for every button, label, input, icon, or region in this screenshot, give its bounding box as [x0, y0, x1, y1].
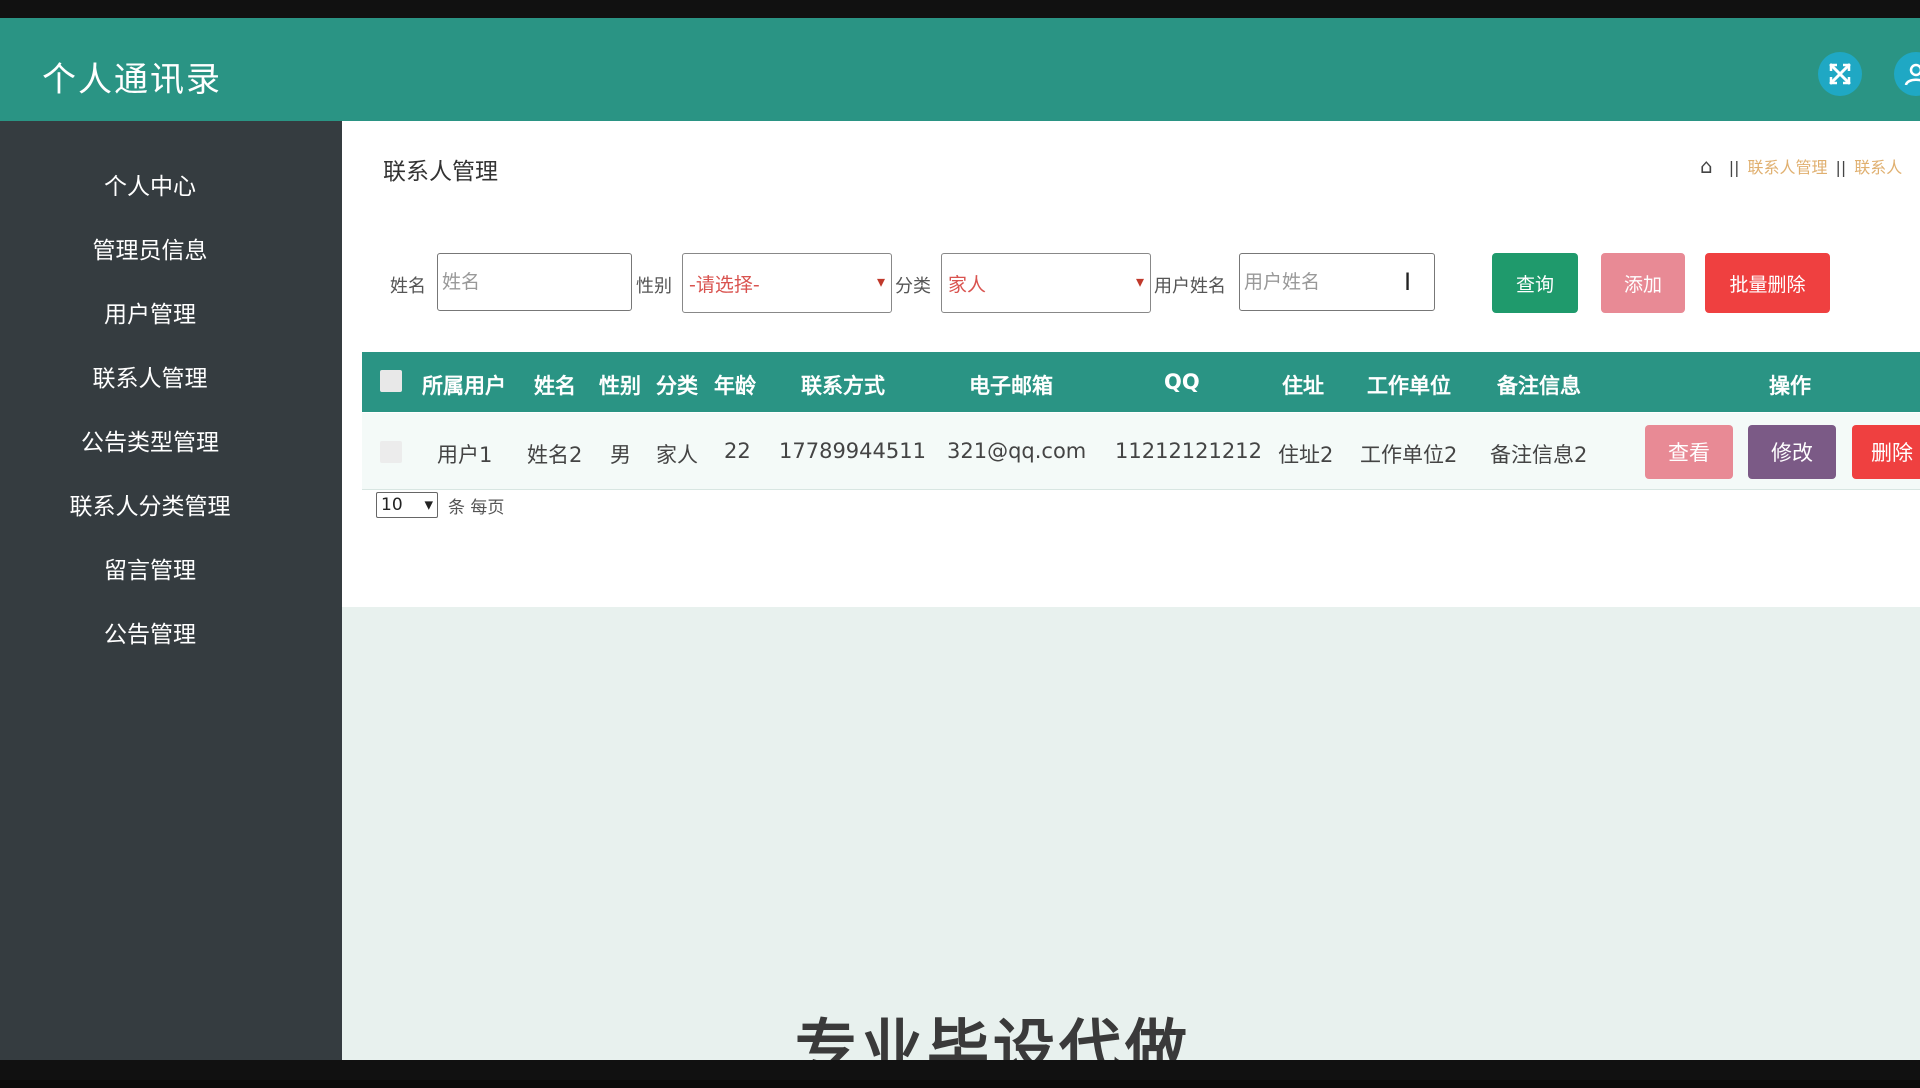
category-label: 分类 — [895, 276, 931, 297]
sidebar-item-label: 个人中心 — [104, 174, 196, 200]
gender-select[interactable]: -请选择- ▾ — [682, 253, 892, 313]
cell-note: 备注信息2 — [1490, 443, 1588, 467]
table-header: 所属用户 姓名 性别 分类 年龄 联系方式 电子邮箱 QQ 住址 工作单位 备注… — [362, 352, 1920, 412]
sidebar-item-personal-center[interactable]: 个人中心 — [0, 167, 300, 201]
sidebar-item-label: 留言管理 — [104, 558, 196, 584]
column-header[interactable]: QQ — [1164, 370, 1200, 394]
page-size-select[interactable]: 10 ▾ — [376, 492, 438, 518]
breadcrumb-item-contact-management[interactable]: 联系人管理 — [1747, 158, 1827, 177]
app-header: 个人通讯录 — [0, 18, 1920, 121]
cell-qq: 11212121212 — [1115, 439, 1262, 463]
column-header[interactable]: 住址 — [1282, 370, 1324, 400]
breadcrumb: ⌂ || 联系人管理 || 联系人 — [1700, 154, 1902, 178]
sidebar-item-notice-management[interactable]: 公告管理 — [0, 615, 300, 649]
breadcrumb-separator: || — [1728, 158, 1740, 177]
sidebar-item-user-management[interactable]: 用户管理 — [0, 295, 300, 329]
chevron-down-icon: ▾ — [876, 272, 885, 291]
page-size-suffix: 条 每页 — [448, 497, 505, 518]
user-icon-glyph — [1904, 63, 1920, 86]
gender-label: 性别 — [636, 276, 672, 297]
app-title: 个人通讯录 — [42, 60, 222, 100]
row-checkbox[interactable] — [380, 441, 402, 463]
breadcrumb-item-contact[interactable]: 联系人 — [1854, 158, 1902, 177]
expand-icon[interactable] — [1818, 52, 1862, 96]
cell-user: 用户1 — [437, 443, 493, 467]
view-button[interactable]: 查看 — [1645, 425, 1733, 479]
category-select-value: 家人 — [948, 273, 987, 296]
cell-gender: 男 — [610, 443, 631, 467]
pagination: 10 ▾ 条 每页 — [376, 492, 504, 518]
page-title: 联系人管理 — [383, 159, 498, 185]
cell-category: 家人 — [656, 443, 698, 467]
sidebar-item-contact-category-management[interactable]: 联系人分类管理 — [0, 487, 300, 521]
sidebar-item-message-management[interactable]: 留言管理 — [0, 551, 300, 585]
batch-delete-button[interactable]: 批量删除 — [1705, 253, 1830, 313]
category-select[interactable]: 家人 ▾ — [941, 253, 1151, 313]
cell-phone: 17789944511 — [779, 439, 926, 463]
table-row: 用户1 姓名2 男 家人 22 17789944511 321@qq.com 1… — [362, 413, 1920, 490]
delete-button[interactable]: 删除 — [1852, 425, 1920, 479]
top-black-bar — [0, 0, 1920, 18]
cell-age: 22 — [724, 439, 751, 463]
page-size-value: 10 — [381, 495, 403, 515]
column-header[interactable]: 年龄 — [714, 370, 756, 400]
expand-icon-glyph — [1829, 63, 1851, 85]
column-header[interactable]: 工作单位 — [1367, 370, 1451, 400]
sidebar-item-admin-info[interactable]: 管理员信息 — [0, 231, 300, 265]
user-icon[interactable] — [1894, 52, 1920, 96]
column-header[interactable]: 所属用户 — [422, 370, 506, 400]
breadcrumb-separator: || — [1835, 158, 1847, 177]
column-header: 操作 — [1769, 374, 1811, 398]
add-button[interactable]: 添加 — [1601, 253, 1685, 313]
select-all-checkbox[interactable] — [380, 370, 402, 392]
sidebar-item-label: 管理员信息 — [92, 238, 208, 264]
name-input[interactable] — [437, 253, 632, 311]
home-icon[interactable]: ⌂ — [1700, 154, 1713, 178]
column-header[interactable]: 电子邮箱 — [969, 370, 1053, 400]
query-button[interactable]: 查询 — [1492, 253, 1578, 313]
username-label: 用户姓名 — [1154, 276, 1226, 297]
sidebar-item-label: 用户管理 — [104, 302, 196, 328]
column-header[interactable]: 性别 — [599, 370, 641, 400]
column-header[interactable]: 姓名 — [534, 370, 576, 400]
chevron-down-icon: ▾ — [424, 495, 433, 515]
text-cursor-icon: I — [1404, 268, 1412, 296]
cell-company: 工作单位2 — [1360, 443, 1458, 467]
chevron-down-icon: ▾ — [1135, 272, 1144, 291]
cell-name: 姓名2 — [527, 443, 583, 467]
sidebar-item-label: 联系人管理 — [92, 366, 208, 392]
bottom-black-bar — [0, 1060, 1920, 1080]
column-header[interactable]: 备注信息 — [1497, 370, 1581, 400]
column-header[interactable]: 联系方式 — [801, 370, 885, 400]
sidebar-item-contact-management[interactable]: 联系人管理 — [0, 359, 300, 393]
sidebar: 个人中心 管理员信息 用户管理 联系人管理 公告类型管理 联系人分类管理 留言管… — [0, 121, 342, 1060]
content-background — [342, 607, 1920, 1060]
name-label: 姓名 — [390, 276, 426, 297]
sidebar-item-label: 公告类型管理 — [81, 430, 219, 456]
edit-button[interactable]: 修改 — [1748, 425, 1836, 479]
sidebar-item-label: 联系人分类管理 — [69, 494, 231, 520]
sidebar-item-notice-type-management[interactable]: 公告类型管理 — [0, 423, 300, 457]
cell-address: 住址2 — [1278, 443, 1334, 467]
column-header[interactable]: 分类 — [656, 370, 698, 400]
gender-select-value: -请选择- — [689, 273, 760, 296]
cell-email: 321@qq.com — [947, 439, 1087, 463]
sidebar-item-label: 公告管理 — [104, 622, 196, 648]
